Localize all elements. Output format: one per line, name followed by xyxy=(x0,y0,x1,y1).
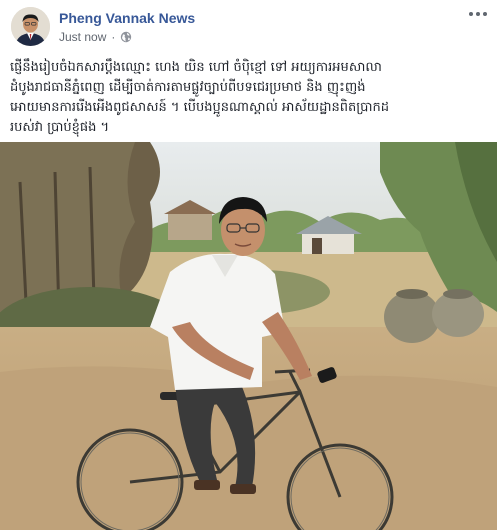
globe-icon[interactable] xyxy=(120,31,132,43)
caption-line: ផ្ញើនឹងរៀបចំឯកសារប្ដឹងឈ្មោះ ហេង យិន ហៅ ច… xyxy=(10,60,382,75)
facebook-post: Pheng Vannak News Just now · ផ្ញើនឹងរៀបច xyxy=(0,0,497,530)
more-options-icon[interactable] xyxy=(467,6,489,22)
caption-line: របស់វា ប្រាប់ខ្ញុំផង ។ xyxy=(10,120,110,135)
meta-separator: · xyxy=(111,30,116,44)
caption-line: ដំបូងរាជធានីភ្នំពេញ ដើម្បីចាត់ការតាមផ្លូ… xyxy=(10,80,366,95)
post-photo[interactable] xyxy=(0,142,497,530)
photo-illustration xyxy=(0,142,497,530)
post-header: Pheng Vannak News Just now · xyxy=(0,0,497,52)
author-avatar[interactable] xyxy=(11,7,50,46)
caption-line: អោយមានការរើងអើងពូជសាសន៍ ។ បើបងប្អូនណាស្គ… xyxy=(10,100,390,115)
author-name[interactable]: Pheng Vannak News xyxy=(59,10,195,26)
post-caption: ផ្ញើនឹងរៀបចំឯកសារប្ដឹងឈ្មោះ ហេង យិន ហៅ ច… xyxy=(10,58,488,138)
post-timestamp[interactable]: Just now xyxy=(59,30,106,44)
post-meta: Just now · xyxy=(59,30,132,44)
